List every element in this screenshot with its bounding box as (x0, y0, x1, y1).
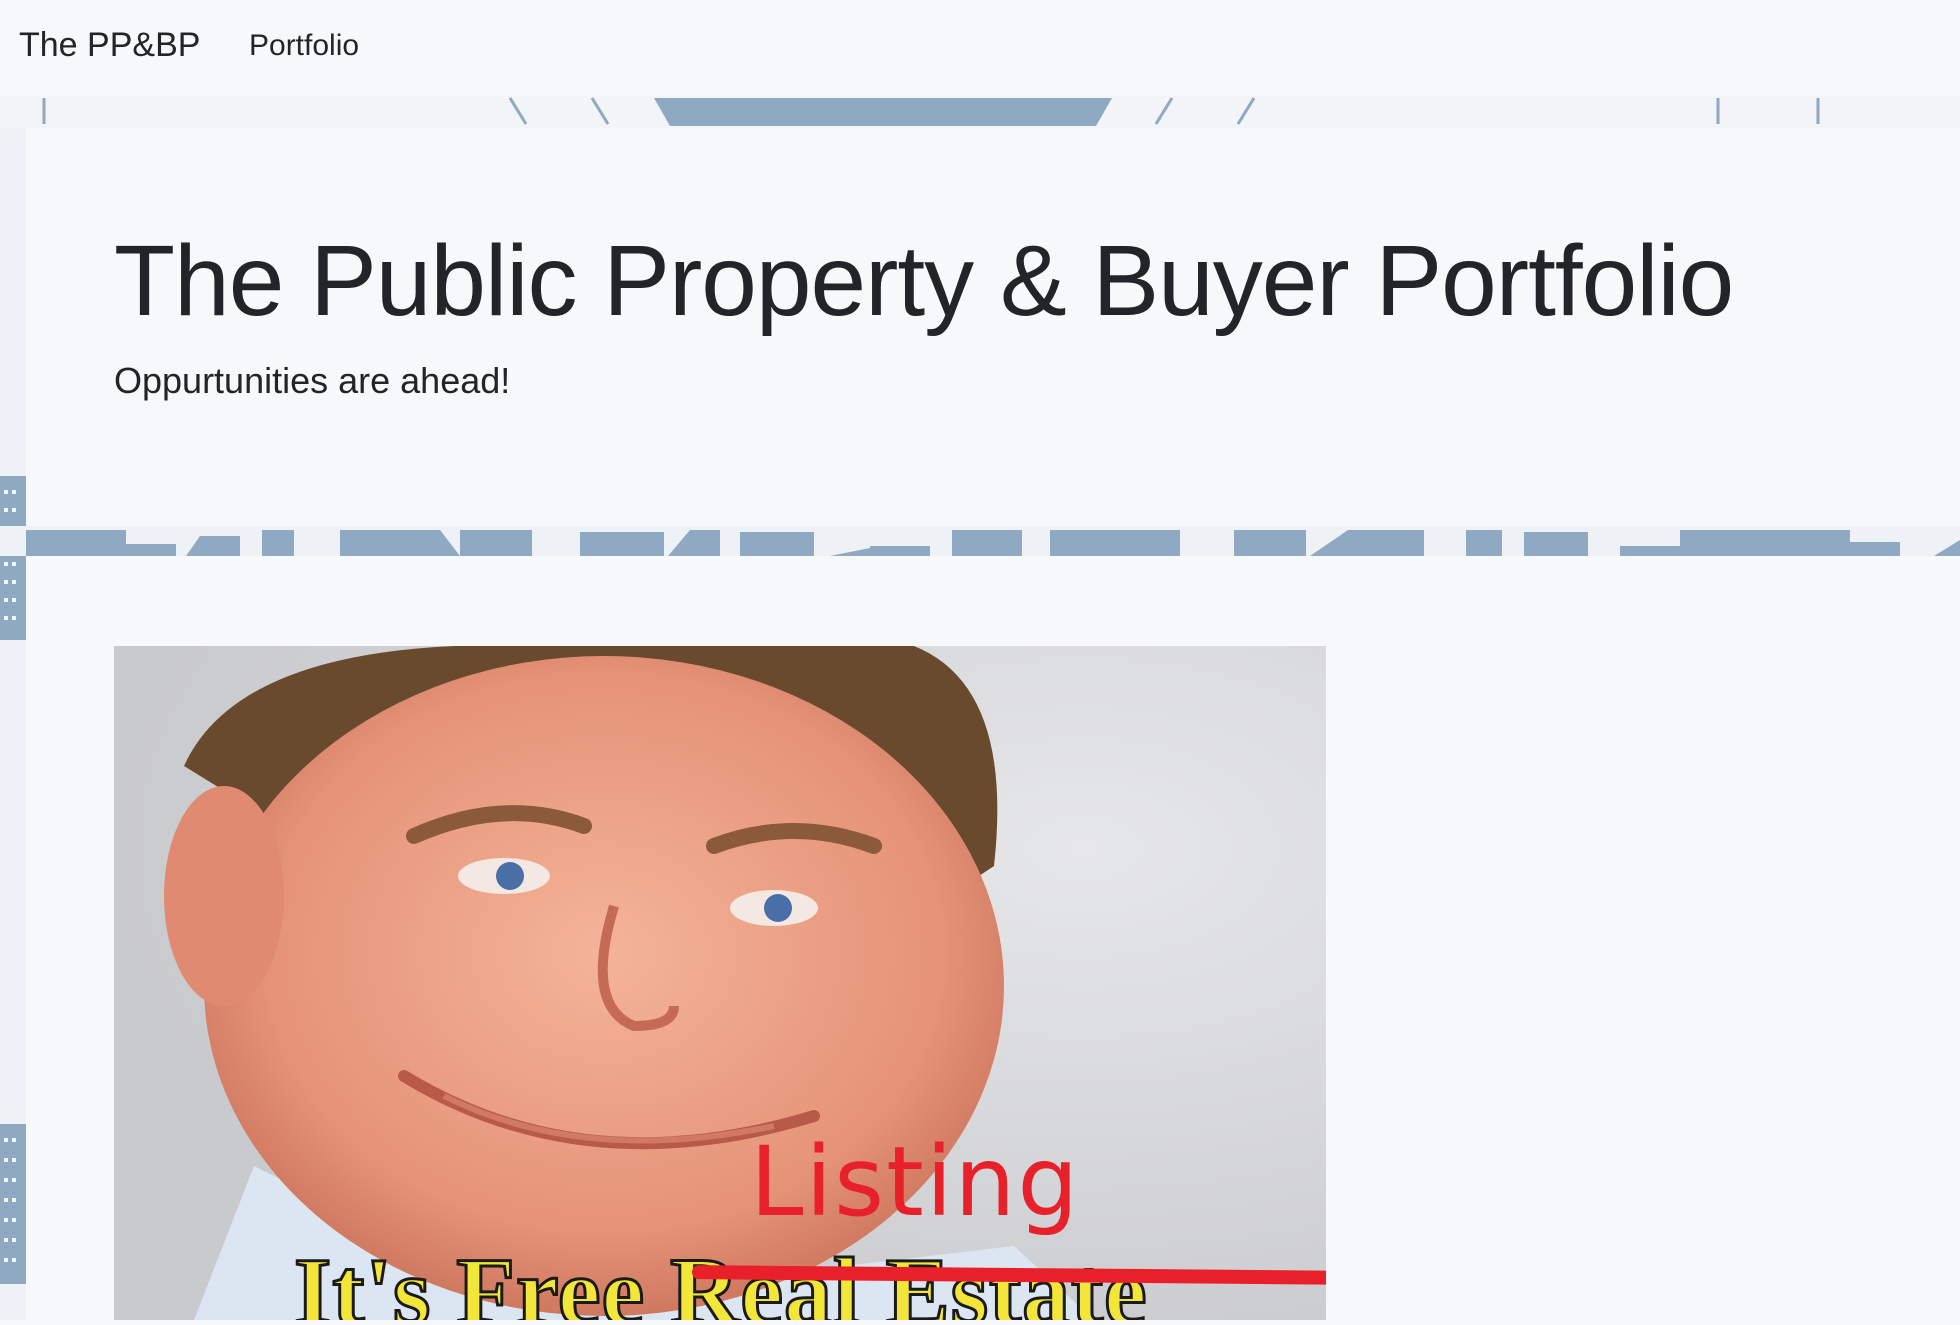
meme-handwritten-text: Listing (750, 1126, 1081, 1238)
meme-portrait-illustration (114, 646, 1326, 1320)
top-navbar: The PP&BP Portfolio (0, 0, 1960, 96)
left-decoration-strip (0, 128, 26, 1320)
skyline-decoration-top (0, 96, 1960, 128)
featured-meme-image: Listing It's Free Real Estate (114, 646, 1326, 1320)
skyline-divider (0, 526, 1960, 556)
nav-link-portfolio[interactable]: Portfolio (249, 29, 359, 63)
page-subtitle: Oppurtunities are ahead! (114, 360, 511, 401)
navbar-brand[interactable]: The PP&BP (19, 26, 200, 65)
meme-caption-prefix: It's Free (292, 1237, 671, 1321)
page-title: The Public Property & Buyer Portfolio (114, 225, 1734, 337)
